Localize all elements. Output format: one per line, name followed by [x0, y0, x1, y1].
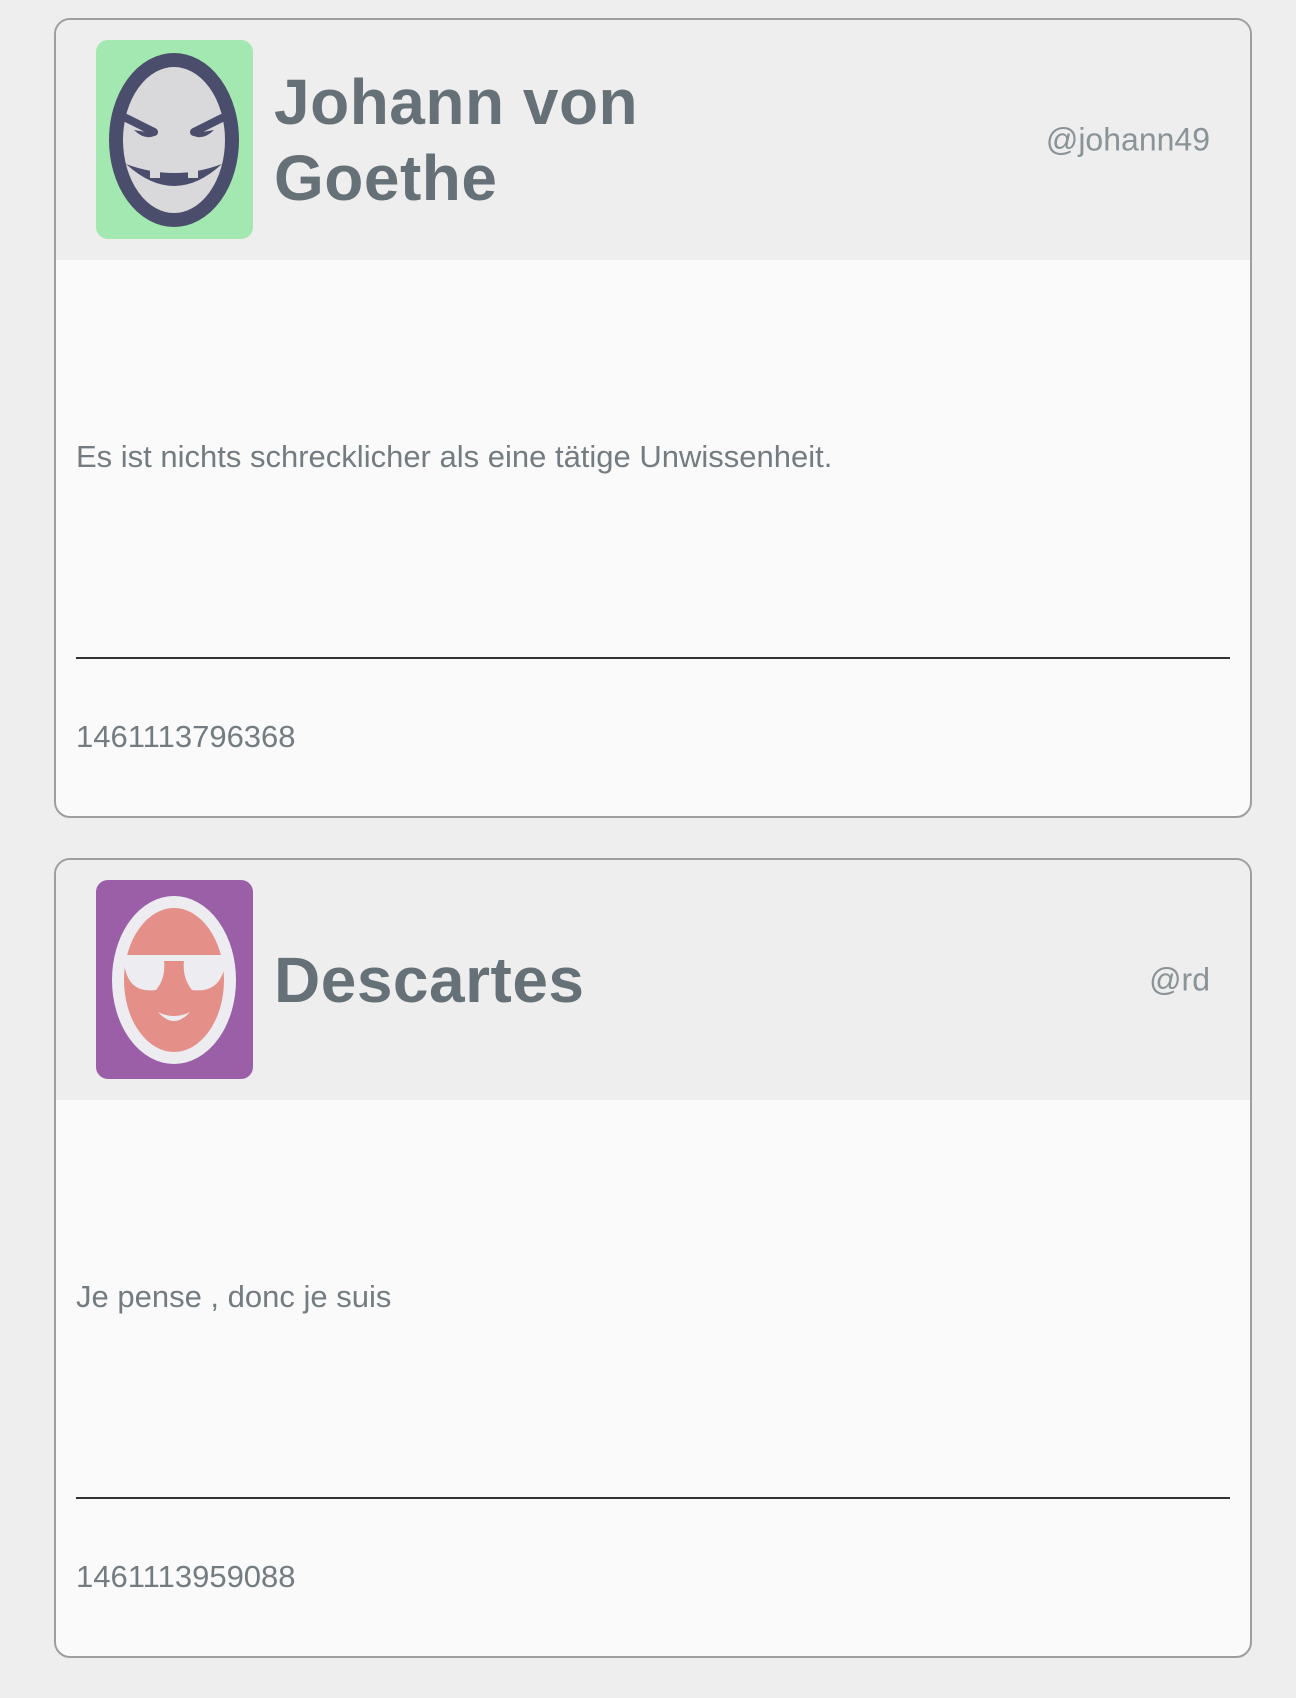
user-handle[interactable]: @rd — [1149, 962, 1210, 999]
tweet-text: Je pense , donc je suis — [76, 1279, 392, 1314]
display-name[interactable]: Descartes — [274, 942, 694, 1018]
tweet-card[interactable]: Johann von Goethe @johann49 Es ist nicht… — [54, 18, 1252, 818]
tweet-card[interactable]: Descartes @rd Je pense , donc je suis 14… — [54, 858, 1252, 1658]
avatar[interactable] — [96, 40, 253, 239]
evil-grin-face-icon — [109, 53, 239, 227]
timestamp: 1461113796368 — [76, 719, 296, 754]
display-name[interactable]: Johann von Goethe — [274, 64, 694, 216]
tweet-header: Johann von Goethe @johann49 — [56, 20, 1250, 260]
divider — [76, 657, 1230, 659]
sunglasses-face-icon — [112, 896, 236, 1064]
user-handle[interactable]: @johann49 — [1046, 122, 1210, 159]
tweet-text: Es ist nichts schrecklicher als eine tät… — [76, 439, 833, 474]
divider — [76, 1497, 1230, 1499]
tweet-header: Descartes @rd — [56, 860, 1250, 1100]
tweet-feed: Johann von Goethe @johann49 Es ist nicht… — [54, 18, 1252, 1698]
avatar[interactable] — [96, 880, 253, 1079]
timestamp: 1461113959088 — [76, 1559, 296, 1594]
